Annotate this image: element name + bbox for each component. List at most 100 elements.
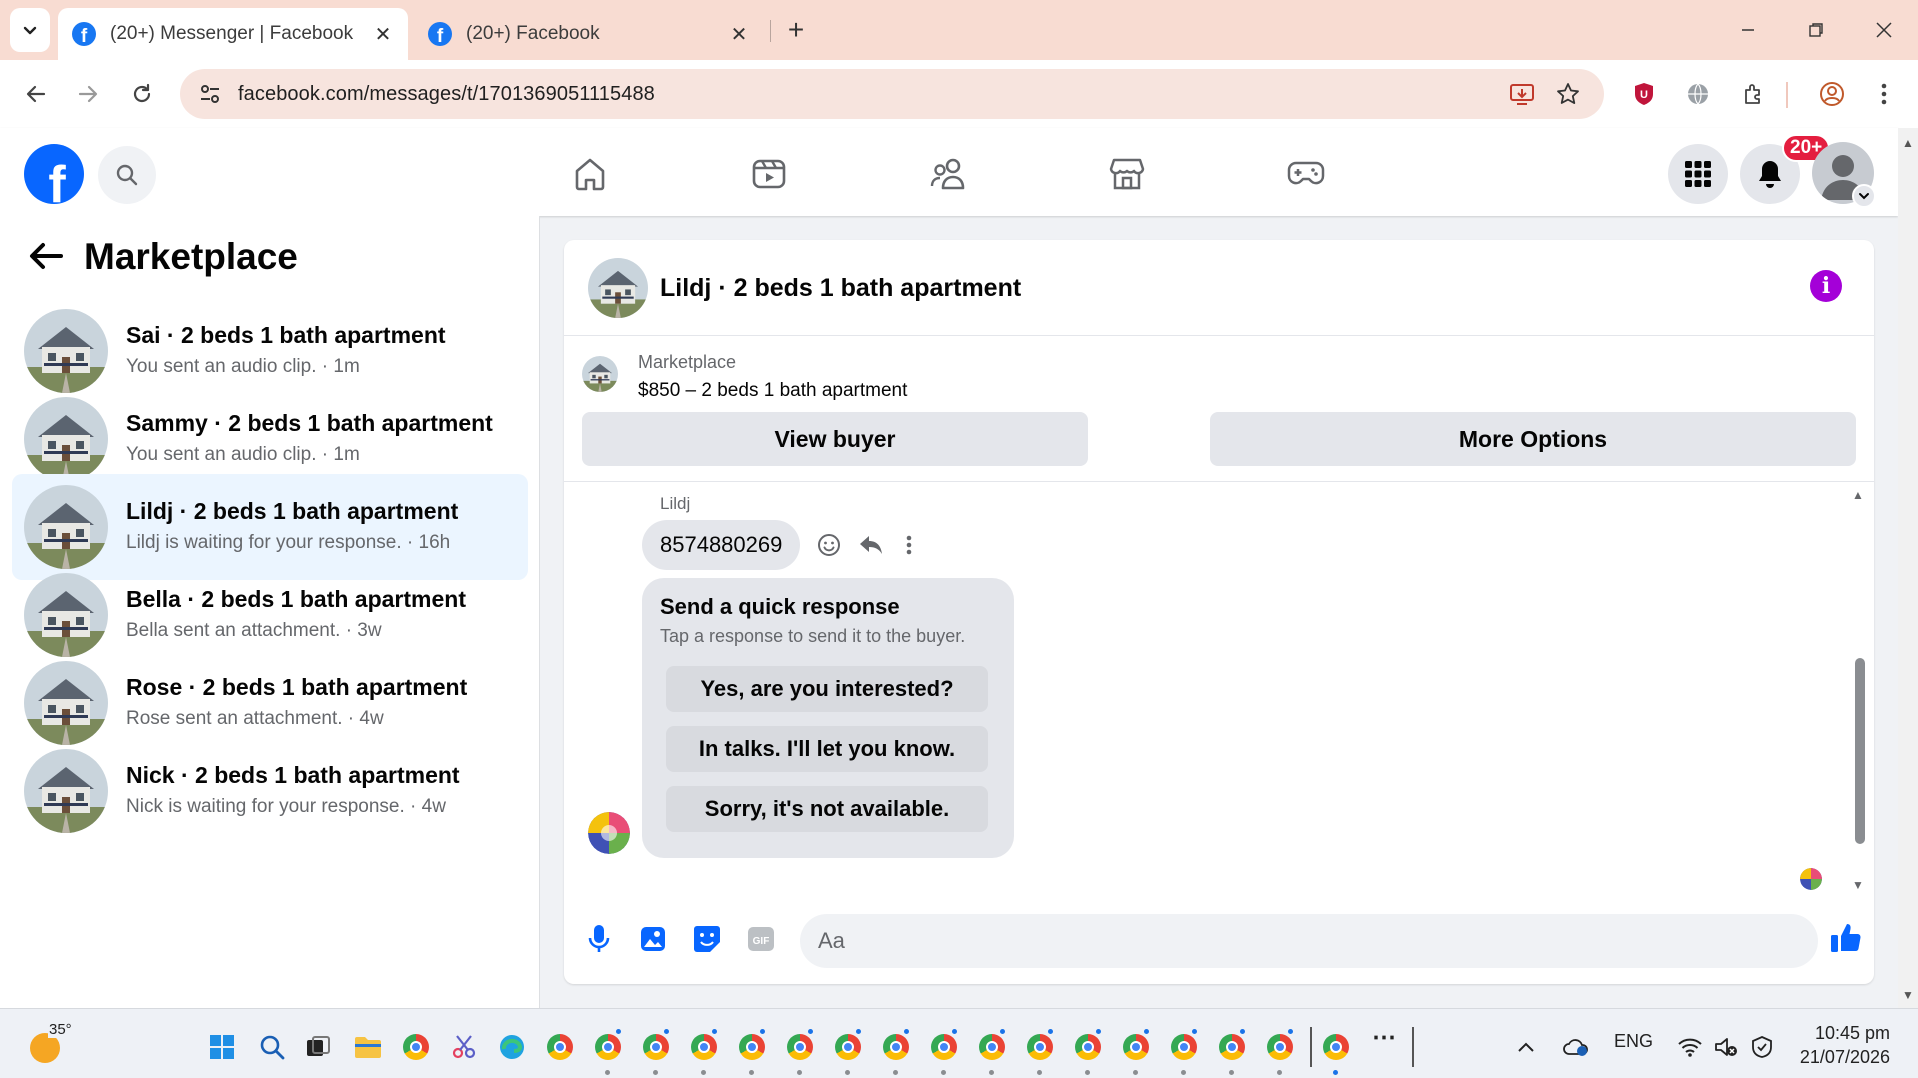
microphone-icon[interactable]	[582, 922, 616, 956]
browser-toolbar: facebook.com/messages/t/1701369051115488…	[0, 60, 1918, 128]
tab-search-button[interactable]	[10, 8, 50, 52]
running-app-indicator	[797, 1070, 802, 1075]
task-view-icon[interactable]	[304, 1033, 332, 1061]
install-app-icon[interactable]	[1508, 80, 1536, 108]
weather-widget[interactable]: 35°	[28, 1019, 73, 1065]
thread-scrollbar-thumb[interactable]	[1855, 658, 1865, 844]
battery-saver-icon[interactable]	[1748, 1033, 1776, 1061]
scroll-up-arrow-icon[interactable]: ▲	[1852, 488, 1864, 502]
menu-grid-button[interactable]	[1668, 144, 1728, 204]
chrome-window-icon[interactable]	[690, 1033, 718, 1061]
facebook-header: f 20+	[0, 128, 1898, 216]
page-scrollbar[interactable]: ▲ ▼	[1898, 128, 1918, 1008]
gaming-icon	[1287, 161, 1325, 185]
bookmark-star-icon[interactable]	[1554, 80, 1582, 108]
chrome-app-icon[interactable]	[1322, 1033, 1350, 1061]
minimize-icon[interactable]	[1728, 14, 1768, 46]
restore-icon[interactable]	[1796, 14, 1836, 46]
sender-avatar[interactable]	[588, 812, 630, 854]
account-menu-caret[interactable]	[1852, 184, 1876, 208]
chat-title[interactable]: Lildj · 2 beds 1 bath apartment	[660, 274, 1021, 303]
like-thumbs-up-icon[interactable]	[1826, 918, 1866, 958]
chrome-window-icon[interactable]	[1170, 1033, 1198, 1061]
chrome-window-icon[interactable]	[738, 1033, 766, 1061]
kebab-menu-icon[interactable]	[1868, 78, 1900, 110]
tab-facebook[interactable]: f (20+) Facebook ✕	[414, 8, 764, 60]
forward-icon[interactable]	[70, 76, 106, 112]
chrome-window-icon[interactable]	[930, 1033, 958, 1061]
reply-icon[interactable]	[856, 530, 886, 560]
globe-extension-icon[interactable]	[1682, 78, 1714, 110]
back-button[interactable]	[26, 236, 66, 276]
nav-gaming[interactable]	[1280, 148, 1332, 200]
profile-icon[interactable]	[1816, 78, 1848, 110]
address-bar[interactable]: facebook.com/messages/t/1701369051115488	[180, 69, 1604, 119]
listing-thumbnail[interactable]	[588, 258, 648, 318]
tab-messenger[interactable]: f (20+) Messenger | Facebook ✕	[58, 8, 408, 60]
close-tab-icon[interactable]: ✕	[728, 22, 750, 47]
chrome-window-icon[interactable]	[1122, 1033, 1150, 1061]
taskbar-search-icon[interactable]	[258, 1033, 286, 1061]
chrome-window-icon[interactable]	[834, 1033, 862, 1061]
nav-friends[interactable]	[922, 148, 974, 200]
photo-icon[interactable]	[636, 922, 670, 956]
more-apps-icon[interactable]: ⋯	[1372, 1023, 1396, 1052]
new-tab-button[interactable]: +	[780, 14, 812, 46]
system-clock[interactable]: 10:45 pm 21/07/2026	[1780, 1021, 1890, 1069]
nav-marketplace[interactable]	[1101, 148, 1153, 200]
chrome-window-icon[interactable]	[786, 1033, 814, 1061]
conversation-item[interactable]: Nick · 2 beds 1 bath apartment Nick is wa…	[12, 738, 528, 844]
quick-response-option[interactable]: Sorry, it's not available.	[666, 786, 988, 832]
more-options-button[interactable]: More Options	[1210, 412, 1856, 466]
listing-title[interactable]: $850 – 2 beds 1 bath apartment	[638, 380, 907, 402]
onedrive-cloud-icon[interactable]	[1562, 1033, 1590, 1061]
edge-browser-icon[interactable]	[498, 1033, 526, 1061]
file-explorer-icon[interactable]	[354, 1033, 382, 1061]
snipping-tool-icon[interactable]	[450, 1033, 478, 1061]
gif-icon[interactable]: GIF	[744, 922, 778, 956]
chrome-window-icon[interactable]	[882, 1033, 910, 1061]
close-tab-icon[interactable]: ✕	[372, 22, 394, 47]
reload-icon[interactable]	[124, 76, 160, 112]
nav-home[interactable]	[564, 148, 616, 200]
info-icon[interactable]: i	[1810, 270, 1842, 302]
wifi-icon[interactable]	[1676, 1033, 1704, 1061]
message-input[interactable]	[818, 914, 1738, 968]
chrome-app-icon[interactable]	[546, 1033, 574, 1061]
chrome-app-icon[interactable]	[402, 1033, 430, 1061]
chrome-window-icon[interactable]	[1026, 1033, 1054, 1061]
url-text[interactable]: facebook.com/messages/t/1701369051115488	[238, 83, 655, 106]
page-scroll-down-icon[interactable]: ▼	[1902, 988, 1914, 1002]
message-input-field[interactable]	[800, 914, 1818, 968]
message-bubble[interactable]: 8574880269	[642, 520, 801, 570]
quick-response-option[interactable]: Yes, are you interested?	[666, 666, 988, 712]
language-indicator[interactable]: ENG	[1614, 1031, 1653, 1052]
chrome-window-icon[interactable]	[1218, 1033, 1246, 1061]
chrome-window-icon[interactable]	[1074, 1033, 1102, 1061]
page-scroll-up-icon[interactable]: ▲	[1902, 136, 1914, 150]
view-buyer-button[interactable]: View buyer	[582, 412, 1088, 466]
show-hidden-icons-chevron-icon[interactable]	[1512, 1033, 1540, 1061]
ublock-extension-icon[interactable]: U	[1628, 78, 1660, 110]
windows-start-icon[interactable]	[208, 1033, 236, 1061]
chrome-window-icon[interactable]	[594, 1033, 622, 1061]
chrome-window-icon[interactable]	[1266, 1033, 1294, 1061]
running-app-indicator	[1085, 1070, 1090, 1075]
search-button[interactable]	[98, 146, 156, 204]
volume-muted-icon[interactable]	[1712, 1033, 1740, 1061]
react-smiley-icon[interactable]	[814, 530, 844, 560]
message-thread[interactable]: ▲ Lildj 8574880269 Send a quick response…	[564, 482, 1874, 900]
sticker-icon[interactable]	[690, 922, 724, 956]
message-sender-name: Lildj	[660, 494, 691, 513]
back-icon[interactable]	[18, 76, 54, 112]
extensions-puzzle-icon[interactable]	[1738, 78, 1770, 110]
scroll-down-arrow-icon[interactable]: ▼	[1852, 878, 1864, 892]
nav-video[interactable]	[743, 148, 795, 200]
more-actions-icon[interactable]	[894, 530, 924, 560]
close-window-icon[interactable]	[1864, 14, 1904, 46]
quick-response-option[interactable]: In talks. I'll let you know.	[666, 726, 988, 772]
site-info-icon[interactable]	[198, 82, 222, 106]
facebook-logo-icon[interactable]: f	[24, 144, 84, 204]
chrome-window-icon[interactable]	[642, 1033, 670, 1061]
chrome-window-icon[interactable]	[978, 1033, 1006, 1061]
